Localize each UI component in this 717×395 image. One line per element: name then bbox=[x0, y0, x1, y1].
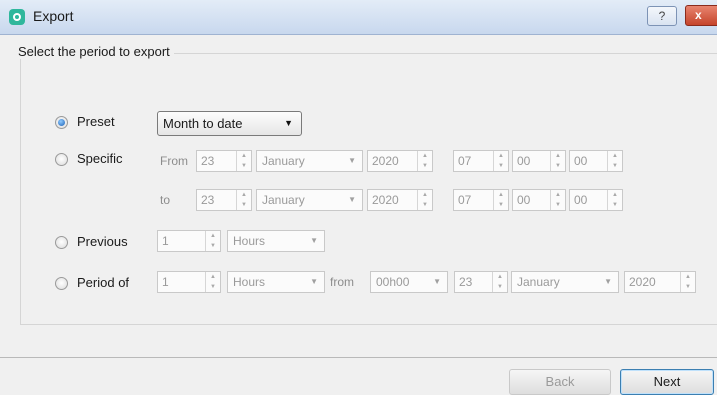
chevron-down-icon: ▼ bbox=[348, 195, 356, 204]
chevron-down-icon: ▼ bbox=[433, 277, 441, 286]
spin-arrows-icon[interactable]: ▲ ▼ bbox=[205, 231, 220, 251]
window-title: Export bbox=[33, 8, 74, 24]
previous-count-spin[interactable]: 1 ▲ ▼ bbox=[157, 230, 221, 252]
period-time-value: 00h00 bbox=[376, 275, 410, 289]
to-label: to bbox=[160, 193, 171, 207]
specific-radio[interactable] bbox=[55, 153, 68, 166]
period-day-value: 23 bbox=[459, 275, 473, 289]
preset-select[interactable]: Month to date ▼ bbox=[157, 111, 302, 136]
from-day-value: 23 bbox=[201, 154, 215, 168]
from-minute-value: 00 bbox=[517, 154, 531, 168]
chevron-down-icon: ▼ bbox=[284, 118, 293, 128]
period-of-label: Period of bbox=[77, 275, 130, 290]
period-count-spin[interactable]: 1 ▲ ▼ bbox=[157, 271, 221, 293]
period-unit-select[interactable]: Hours ▼ bbox=[227, 271, 325, 293]
spin-arrows-icon[interactable]: ▲ ▼ bbox=[205, 272, 220, 292]
group-title: Select the period to export bbox=[14, 44, 174, 59]
to-day-value: 23 bbox=[201, 193, 215, 207]
spin-arrows-icon[interactable]: ▲ ▼ bbox=[417, 151, 432, 171]
chevron-down-icon: ▼ bbox=[604, 277, 612, 286]
from-second-spin[interactable]: 00 ▲ ▼ bbox=[569, 150, 623, 172]
specific-label: Specific bbox=[77, 151, 123, 166]
preset-radio[interactable] bbox=[55, 116, 68, 129]
next-button[interactable]: Next bbox=[620, 369, 714, 395]
from-month-select[interactable]: January ▼ bbox=[256, 150, 363, 172]
spin-arrows-icon[interactable]: ▲ ▼ bbox=[550, 151, 565, 171]
period-count-value: 1 bbox=[162, 275, 169, 289]
from-year-spin[interactable]: 2020 ▲ ▼ bbox=[367, 150, 433, 172]
chevron-down-icon: ▼ bbox=[310, 236, 318, 245]
chevron-down-icon: ▼ bbox=[310, 277, 318, 286]
previous-radio[interactable] bbox=[55, 236, 68, 249]
to-second-value: 00 bbox=[574, 193, 588, 207]
back-button[interactable]: Back bbox=[509, 369, 611, 395]
period-year-spin[interactable]: 2020 ▲ ▼ bbox=[624, 271, 696, 293]
period-time-select[interactable]: 00h00 ▼ bbox=[370, 271, 448, 293]
spin-arrows-icon[interactable]: ▲ ▼ bbox=[417, 190, 432, 210]
app-icon bbox=[9, 9, 25, 25]
period-unit-value: Hours bbox=[233, 275, 266, 289]
to-day-spin[interactable]: 23 ▲ ▼ bbox=[196, 189, 252, 211]
title-bar: Export ? x bbox=[0, 0, 717, 35]
to-year-spin[interactable]: 2020 ▲ ▼ bbox=[367, 189, 433, 211]
spin-arrows-icon[interactable]: ▲ ▼ bbox=[493, 151, 508, 171]
to-month-select[interactable]: January ▼ bbox=[256, 189, 363, 211]
from-month-value: January bbox=[262, 154, 305, 168]
from-minute-spin[interactable]: 00 ▲ ▼ bbox=[512, 150, 566, 172]
spin-arrows-icon[interactable]: ▲ ▼ bbox=[607, 190, 622, 210]
previous-count-value: 1 bbox=[162, 234, 169, 248]
previous-unit-value: Hours bbox=[233, 234, 266, 248]
from-year-value: 2020 bbox=[372, 154, 399, 168]
from-day-spin[interactable]: 23 ▲ ▼ bbox=[196, 150, 252, 172]
spin-arrows-icon[interactable]: ▲ ▼ bbox=[236, 190, 251, 210]
spin-arrows-icon[interactable]: ▲ ▼ bbox=[607, 151, 622, 171]
period-of-radio[interactable] bbox=[55, 277, 68, 290]
period-month-value: January bbox=[517, 275, 560, 289]
preset-select-value: Month to date bbox=[163, 116, 243, 131]
period-day-spin[interactable]: 23 ▲ ▼ bbox=[454, 271, 508, 293]
spin-arrows-icon[interactable]: ▲ ▼ bbox=[550, 190, 565, 210]
to-month-value: January bbox=[262, 193, 305, 207]
spin-arrows-icon[interactable]: ▲ ▼ bbox=[492, 272, 507, 292]
from-hour-value: 07 bbox=[458, 154, 472, 168]
spin-arrows-icon[interactable]: ▲ ▼ bbox=[680, 272, 695, 292]
spin-arrows-icon[interactable]: ▲ ▼ bbox=[236, 151, 251, 171]
help-button[interactable]: ? bbox=[647, 6, 677, 26]
to-second-spin[interactable]: 00 ▲ ▼ bbox=[569, 189, 623, 211]
to-hour-value: 07 bbox=[458, 193, 472, 207]
previous-unit-select[interactable]: Hours ▼ bbox=[227, 230, 325, 252]
footer-divider bbox=[0, 357, 717, 358]
preset-label: Preset bbox=[77, 114, 115, 129]
previous-label: Previous bbox=[77, 234, 128, 249]
close-button[interactable]: x bbox=[685, 5, 717, 26]
to-minute-value: 00 bbox=[517, 193, 531, 207]
to-year-value: 2020 bbox=[372, 193, 399, 207]
from-second-value: 00 bbox=[574, 154, 588, 168]
to-minute-spin[interactable]: 00 ▲ ▼ bbox=[512, 189, 566, 211]
period-year-value: 2020 bbox=[629, 275, 656, 289]
period-month-select[interactable]: January ▼ bbox=[511, 271, 619, 293]
from-label: From bbox=[160, 154, 188, 168]
period-from-label: from bbox=[330, 275, 354, 289]
chevron-down-icon: ▼ bbox=[348, 156, 356, 165]
from-hour-spin[interactable]: 07 ▲ ▼ bbox=[453, 150, 509, 172]
spin-arrows-icon[interactable]: ▲ ▼ bbox=[493, 190, 508, 210]
to-hour-spin[interactable]: 07 ▲ ▼ bbox=[453, 189, 509, 211]
